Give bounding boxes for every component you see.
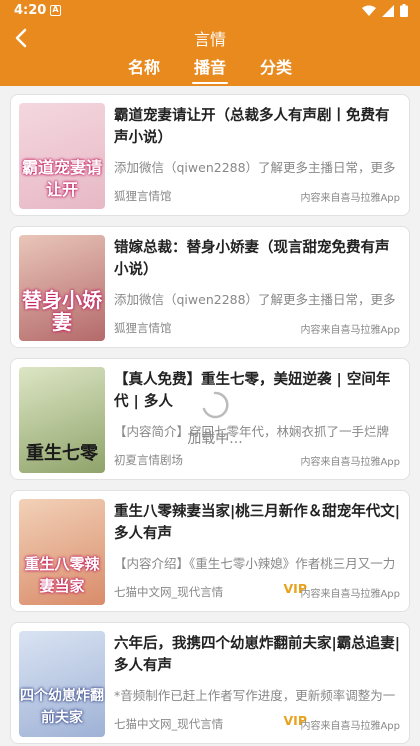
page-title: 言情 xyxy=(193,30,226,49)
book-source: 七猫中文网_现代言情 xyxy=(114,717,224,731)
book-source: 狐狸言情馆 xyxy=(114,189,172,203)
spinner-icon xyxy=(202,391,229,419)
cover-title: 四个幼崽炸翻前夫家 xyxy=(20,688,104,726)
cover-title: 重生八零辣妻当家 xyxy=(24,555,100,595)
book-desc: 添加微信（qiwen2288）了解更多主播日常，更多 xyxy=(114,160,396,175)
battery-icon xyxy=(400,4,408,17)
app-bar: 言情 名称 播音 分类 xyxy=(0,22,420,86)
book-desc: 添加微信（qiwen2288）了解更多主播日常，更多 xyxy=(114,292,396,307)
book-cover: 霸道宠妻请让开 xyxy=(19,103,105,209)
loading-indicator: 加载中... xyxy=(170,390,260,448)
book-title: 六年后，我携四个幼崽炸翻前夫家|霸总追妻|多人有声 xyxy=(114,636,401,674)
cover-title: 替身小娇妻 xyxy=(22,288,102,334)
book-desc: 【内容介绍】《重生七零小辣媳》作者桃三月又一力 xyxy=(114,556,396,571)
book-title: 霸道宠妻请让开（总裁多人有声剧丨免费有声小说） xyxy=(114,108,390,146)
loading-text: 加载中... xyxy=(187,431,243,447)
list-item[interactable]: 四个幼崽炸翻前夫家 六年后，我携四个幼崽炸翻前夫家|霸总追妻|多人有声 *音频制… xyxy=(10,622,410,744)
book-title: 错嫁总裁：替身小娇妻（现言甜宠免费有声小说） xyxy=(114,240,390,278)
book-cover: 重生八零辣妻当家 xyxy=(19,499,105,605)
cover-title: 重生七零 xyxy=(26,443,98,464)
content-origin: 内容来自喜马拉雅App xyxy=(300,721,400,732)
book-cover: 重生七零 xyxy=(19,367,105,473)
book-source: 初夏言情剧场 xyxy=(114,453,183,467)
book-cover: 四个幼崽炸翻前夫家 xyxy=(19,631,105,737)
book-title: 重生八零辣妻当家|桃三月新作＆甜宠年代文|多人有声 xyxy=(114,504,401,542)
list-item[interactable]: 霸道宠妻请让开 霸道宠妻请让开（总裁多人有声剧丨免费有声小说） 添加微信（qiw… xyxy=(10,94,410,216)
content-origin: 内容来自喜马拉雅App xyxy=(300,457,400,468)
list-item[interactable]: 重生八零辣妻当家 重生八零辣妻当家|桃三月新作＆甜宠年代文|多人有声 【内容介绍… xyxy=(10,490,410,612)
book-source: 狐狸言情馆 xyxy=(114,321,172,335)
system-icons xyxy=(362,4,408,17)
tab-broadcast[interactable]: 播音 xyxy=(191,54,229,84)
content-origin: 内容来自喜马拉雅App xyxy=(300,325,400,336)
book-desc: *音频制作已赶上作者写作进度，更新频率调整为一 xyxy=(114,688,396,703)
status-time: 4:20 xyxy=(14,3,47,18)
tab-bar: 名称 播音 分类 xyxy=(0,54,420,84)
tab-name[interactable]: 名称 xyxy=(128,54,160,84)
book-cover: 替身小娇妻 xyxy=(19,235,105,341)
cover-title: 霸道宠妻请让开 xyxy=(21,158,102,199)
book-source: 七猫中文网_现代言情 xyxy=(114,585,224,599)
wifi-icon xyxy=(362,5,376,16)
signal-icon xyxy=(382,4,394,17)
tab-category[interactable]: 分类 xyxy=(260,54,292,84)
list-item[interactable]: 替身小娇妻 错嫁总裁：替身小娇妻（现言甜宠免费有声小说） 添加微信（qiwen2… xyxy=(10,226,410,348)
notification-icon: A xyxy=(50,5,61,16)
content-origin: 内容来自喜马拉雅App xyxy=(300,193,400,204)
status-bar: 4:20 A xyxy=(0,0,420,22)
content-origin: 内容来自喜马拉雅App xyxy=(300,589,400,600)
